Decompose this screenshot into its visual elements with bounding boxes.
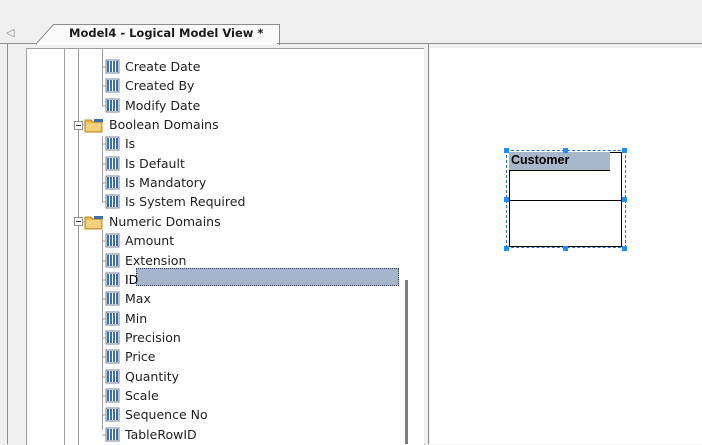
tree-item-label: Numeric Domains	[109, 213, 221, 229]
domain-attribute-icon	[102, 232, 120, 249]
tree-item-label: Create Date	[125, 59, 201, 74]
domain-attribute-icon	[102, 77, 120, 94]
tree-item[interactable]: Modify Date	[102, 96, 382, 115]
tree-item-label: Scale	[125, 387, 159, 403]
tree-item[interactable]: Quantity	[102, 367, 382, 386]
domain-attribute-icon	[102, 368, 120, 385]
tree-item[interactable]: Sequence No	[102, 405, 382, 424]
document-tabstrip: ◁ Model4 - Logical Model View *	[0, 0, 702, 45]
domain-attribute-icon	[102, 193, 120, 210]
tab-title: Model4 - Logical Model View *	[69, 26, 264, 40]
active-tab-gap	[37, 43, 277, 44]
frame-left-edge	[7, 44, 8, 444]
tree-item-label: Precision	[125, 329, 181, 345]
tree-item[interactable]: Scale	[102, 386, 382, 405]
tree-item[interactable]: Min	[102, 309, 382, 328]
domain-attribute-icon	[102, 252, 120, 269]
tab-scroll-left-icon[interactable]: ◁	[6, 26, 14, 39]
model-tree-panel[interactable]: Create Date Created By Modify Date Boolean …	[26, 48, 425, 445]
tree-item-label: Is System Required	[125, 194, 246, 210]
domain-attribute-icon	[102, 310, 120, 327]
tree-item-label: Is Mandatory	[125, 175, 207, 191]
tree-item-label: Max	[125, 291, 151, 307]
domain-attribute-icon	[102, 97, 120, 114]
tree-item-label: Is Default	[125, 155, 185, 171]
resize-handle-bottom-left[interactable]	[504, 246, 509, 251]
tree-item[interactable]: Price	[102, 347, 382, 366]
tree-item-label: Is	[125, 136, 136, 152]
tree-item[interactable]: Extension	[102, 251, 382, 270]
domain-attribute-icon	[102, 290, 120, 307]
resize-handle-left[interactable]	[504, 197, 509, 202]
pane-splitter-line	[428, 44, 429, 444]
tree-item-label: Min	[125, 310, 148, 326]
domain-attribute-icon	[102, 58, 120, 75]
tree-item[interactable]: Amount	[102, 231, 382, 250]
tree-item[interactable]: Max	[102, 289, 382, 308]
resize-handle-bottom-right[interactable]	[622, 246, 627, 251]
folder-icon	[82, 116, 103, 133]
tree-item-label: Quantity	[125, 368, 180, 384]
resize-handle-bottom[interactable]	[563, 246, 568, 251]
tree-item-label: TableRowID	[125, 426, 197, 442]
resize-handle-top-left[interactable]	[504, 148, 509, 153]
resize-handle-right[interactable]	[622, 197, 627, 202]
folder-icon	[82, 213, 103, 230]
tree-item-label: Boolean Domains	[109, 117, 219, 133]
tree-item-label: Sequence No	[125, 407, 208, 423]
tree-item-label: Price	[125, 349, 156, 365]
tree-item[interactable]: Precision	[102, 328, 382, 347]
tree-guide-line	[64, 49, 65, 445]
resize-handle-top-right[interactable]	[622, 148, 627, 153]
tree-item[interactable]: ID	[102, 270, 382, 289]
tree-item[interactable]: Is	[102, 134, 382, 153]
domain-attribute-icon	[102, 387, 120, 404]
entity-selection-outline	[506, 150, 626, 248]
tree-guide-line	[78, 49, 79, 445]
domain-attribute-icon	[102, 406, 120, 423]
tree-item[interactable]: Is System Required	[102, 192, 382, 211]
tree-item[interactable]: Created By	[102, 76, 382, 95]
tree-item[interactable]: TableRowID	[102, 425, 382, 444]
domain-attribute-icon	[102, 174, 120, 191]
tree-folder-item[interactable]: Boolean Domains	[82, 115, 382, 134]
tree-item-label: Extension	[125, 252, 187, 268]
domain-attribute-icon	[102, 426, 120, 443]
tree-folder-item[interactable]: Numeric Domains	[82, 212, 382, 231]
domain-attribute-icon	[102, 329, 120, 346]
tree-item[interactable]: Is Default	[102, 154, 382, 173]
tree-item-label: ID	[125, 271, 139, 287]
tree-item[interactable]: Is Mandatory	[102, 173, 382, 192]
domain-attribute-icon	[102, 135, 120, 152]
tree-item[interactable]: Create Date	[102, 57, 382, 76]
domain-attribute-icon	[102, 271, 120, 288]
domain-attribute-icon	[102, 155, 120, 172]
tree-item-label: Modify Date	[125, 97, 201, 113]
tree-scrollbar[interactable]	[405, 280, 408, 444]
resize-handle-top[interactable]	[563, 148, 568, 153]
tree-item-label: Amount	[125, 233, 175, 249]
domain-attribute-icon	[102, 348, 120, 365]
tree-item-label: Created By	[125, 78, 195, 94]
